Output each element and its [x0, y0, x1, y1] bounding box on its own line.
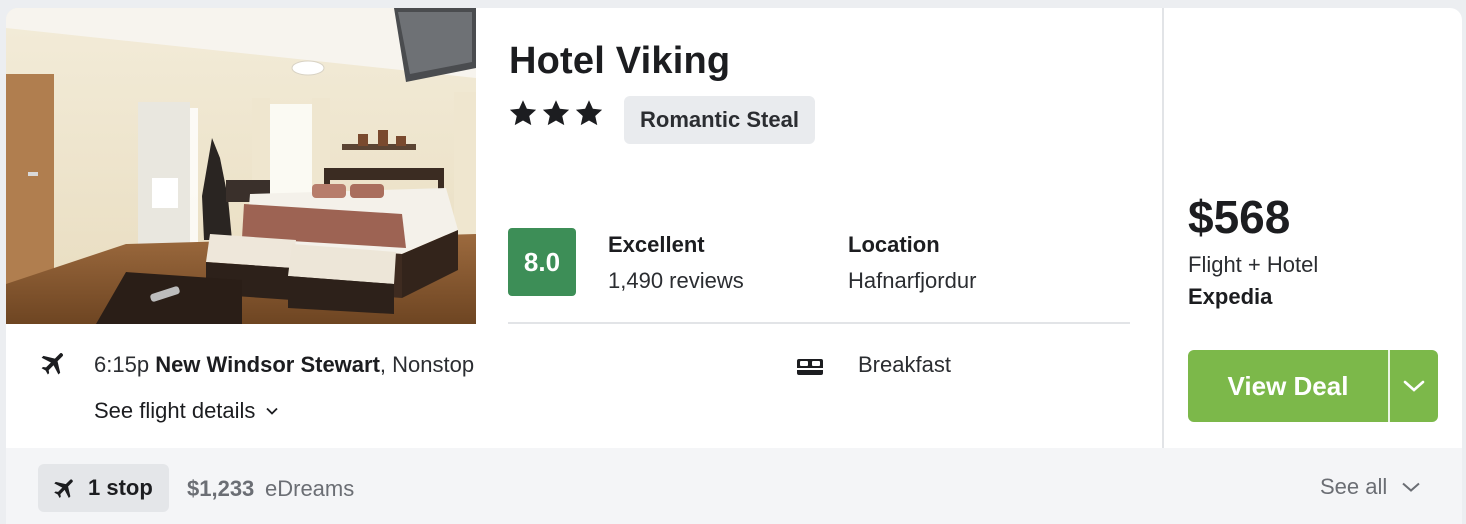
deal-price: $568: [1188, 191, 1291, 243]
price-provider: Expedia: [1188, 284, 1273, 309]
alternative-provider[interactable]: eDreams: [265, 476, 354, 502]
view-deal-button-group: View Deal: [1188, 350, 1438, 422]
star-icon: [542, 100, 570, 126]
bed-icon: [797, 359, 823, 375]
flight-origin: New Windsor Stewart: [155, 352, 380, 377]
see-all-label: See all: [1320, 474, 1388, 499]
see-flight-details-link[interactable]: See flight details: [94, 398, 279, 424]
chevron-down-icon: [1402, 482, 1420, 492]
flight-summary: 6:15p New Windsor Stewart, Nonstop: [94, 352, 474, 378]
location-value[interactable]: Hafnarfjordur: [848, 268, 976, 294]
rating-label: Excellent: [608, 232, 705, 257]
alternative-deals-bar: 1 stop $1,233 eDreams See all: [6, 448, 1462, 524]
see-all-deals-link[interactable]: See all: [1320, 474, 1421, 500]
chevron-down-icon: [1403, 380, 1425, 392]
alternative-price[interactable]: $1,233: [187, 476, 254, 502]
stop-label: 1 stop: [88, 475, 153, 500]
section-divider: [508, 322, 1130, 324]
hotel-photo[interactable]: [6, 8, 476, 324]
more-deals-dropdown[interactable]: [1390, 350, 1438, 422]
review-score: 8.0: [508, 228, 576, 296]
flight-time: 6:15p: [94, 352, 150, 377]
location-label: Location: [848, 232, 940, 257]
airplane-icon: [41, 353, 63, 375]
star-rating: [508, 98, 604, 128]
star-icon: [509, 100, 537, 126]
price-type: Flight + Hotel: [1188, 252, 1319, 277]
hotel-result-card: Hotel Viking Romantic Steal 8.0 Excellen…: [6, 8, 1462, 524]
flight-stops: Nonstop: [392, 352, 475, 377]
hotel-name[interactable]: Hotel Viking: [509, 40, 730, 83]
star-icon: [575, 100, 603, 126]
chevron-down-icon: [266, 407, 279, 415]
deal-badge: Romantic Steal: [624, 96, 815, 144]
button-divider: [1388, 350, 1390, 422]
flight-details-label: See flight details: [94, 398, 256, 423]
airplane-icon: [54, 479, 73, 498]
flight-separator: ,: [379, 352, 387, 377]
stop-filter-chip[interactable]: 1 stop: [38, 464, 169, 512]
price-column-divider: [1162, 8, 1164, 448]
amenity-breakfast: Breakfast: [858, 352, 951, 377]
review-count[interactable]: 1,490 reviews: [608, 268, 744, 294]
view-deal-button[interactable]: View Deal: [1188, 350, 1388, 422]
